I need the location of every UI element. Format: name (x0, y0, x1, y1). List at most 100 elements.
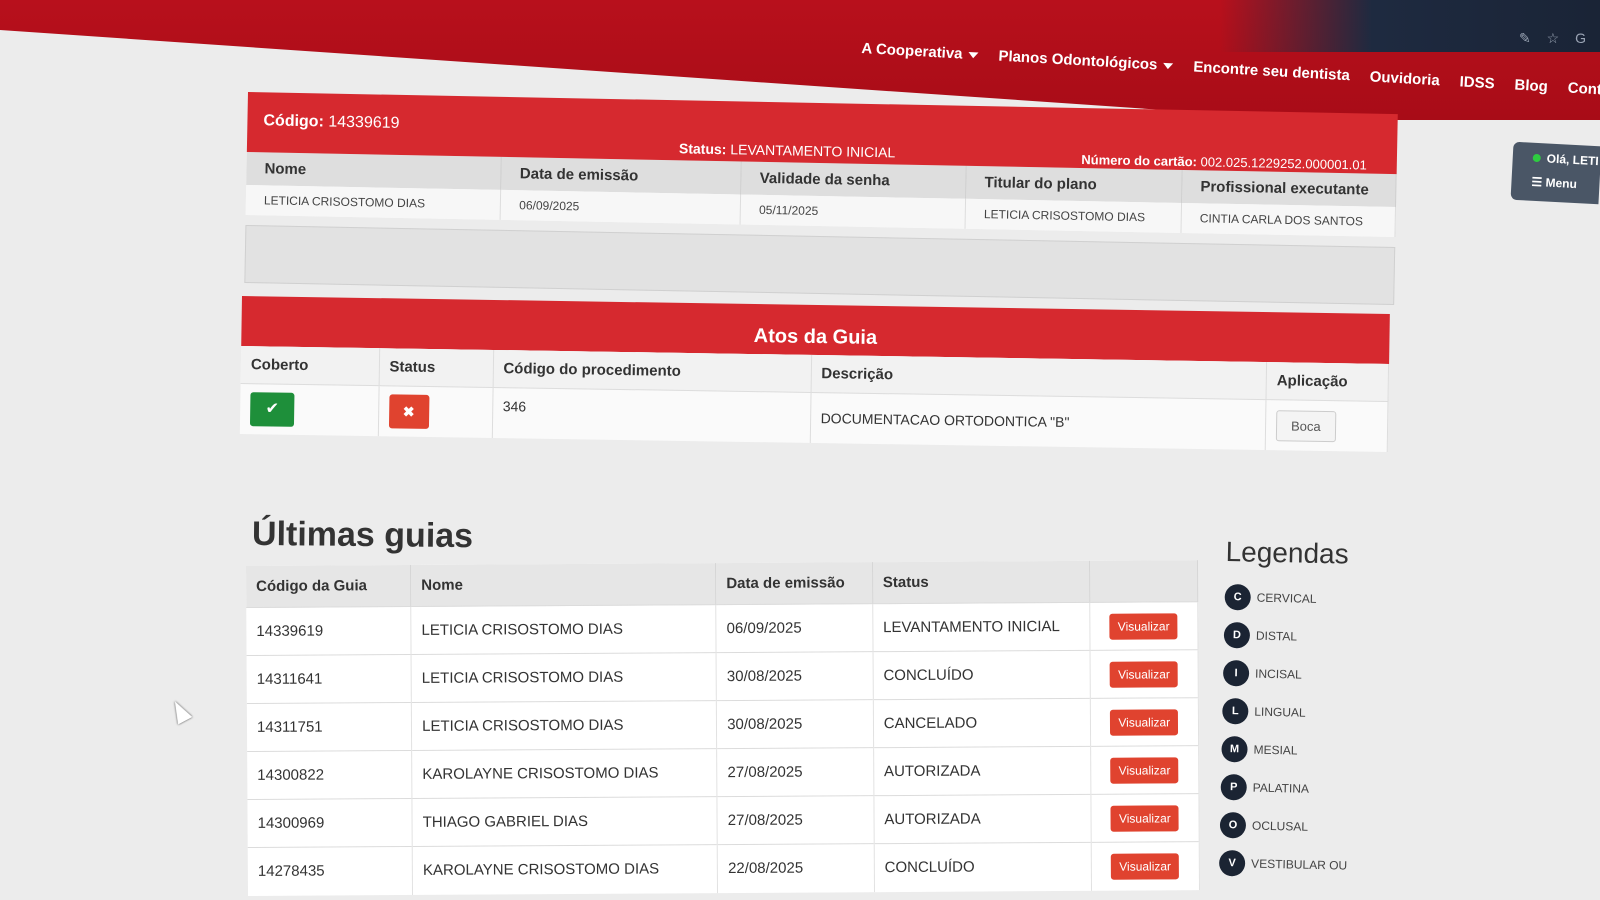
guia-codigo: 14311751 (246, 702, 412, 752)
codigo-value: 14339619 (328, 113, 400, 132)
chevron-down-icon (1163, 62, 1174, 70)
nav-item-label: Cont (1567, 79, 1600, 99)
atos-header: Status (378, 348, 494, 388)
ultimas-guias-table: Código da Guia Nome Data de emissão Status … (246, 560, 1200, 896)
guia-data: 30/08/2025 (716, 651, 874, 701)
visualizar-button[interactable]: Visualizar (1109, 660, 1178, 688)
info-value: CINTIA CARLA DOS SANTOS (1181, 202, 1396, 238)
extension-icon[interactable]: ✎ (1519, 30, 1531, 46)
guia-data: 27/08/2025 (717, 795, 874, 845)
atos-section: Atos da Guia Coberto Status Código do proc… (239, 296, 1390, 453)
visualizar-button[interactable]: Visualizar (1110, 756, 1179, 784)
bookmark-star-icon[interactable]: ☆ (1547, 30, 1560, 46)
guia-nome: LETICIA CRISOSTOMO DIAS (410, 604, 717, 655)
legend-label: CERVICAL (1256, 590, 1317, 606)
info-header: Nome (246, 151, 502, 190)
info-panel-blank (244, 224, 1396, 306)
legend-item: L LINGUAL (1222, 692, 1351, 733)
legend-label: MESIAL (1253, 742, 1298, 758)
guia-status: LEVANTAMENTO INICIAL (872, 602, 1090, 652)
guia-status: CONCLUÍDO (873, 842, 1092, 892)
menu-label[interactable]: Menu (1545, 175, 1577, 191)
guia-codigo: 14300969 (247, 798, 413, 848)
guia-codigo: 14278435 (247, 846, 413, 896)
nav-item[interactable]: IDSS (1459, 73, 1495, 92)
info-value: 05/11/2025 (740, 194, 966, 229)
legendas-panel: Legendas C CERVICAL D DISTAL I INCISAL L LINGUA… (1218, 536, 1354, 885)
legendas-title: Legendas (1225, 536, 1349, 570)
online-status-icon (1532, 153, 1541, 163)
status-value: LEVANTAMENTO INICIAL (730, 141, 896, 161)
table-row: 14278435 KAROLAYNE CRISOSTOMO DIAS 22/08/2… (247, 841, 1200, 896)
guia-actions: Visualizar (1089, 697, 1199, 747)
guia-data: 06/09/2025 (715, 603, 873, 653)
info-value: LETICIA CRISOSTOMO DIAS (965, 198, 1182, 233)
legend-letter-icon: M (1221, 735, 1248, 763)
table-row: 14300822 KAROLAYNE CRISOSTOMO DIAS 27/08/2… (247, 745, 1199, 800)
nav-item[interactable]: Blog (1514, 77, 1548, 96)
guia-nome: THIAGO GABRIEL DIAS (412, 796, 718, 847)
x-icon[interactable]: ✖ (388, 394, 429, 429)
visualizar-button[interactable]: Visualizar (1110, 708, 1179, 736)
guia-nome: LETICIA CRISOSTOMO DIAS (411, 700, 717, 751)
guia-actions: Visualizar (1090, 841, 1200, 891)
user-panel[interactable]: Olá, LETI ☰ Menu (1510, 141, 1600, 205)
guia-codigo: 14339619 (246, 606, 412, 656)
legend-item: O OCLUSAL (1219, 806, 1349, 847)
legend-label: LINGUAL (1254, 704, 1306, 720)
table-row: 14311641 LETICIA CRISOSTOMO DIAS 30/08/202… (246, 649, 1199, 704)
guia-codigo: 14311641 (246, 654, 412, 704)
legend-item: D DISTAL (1223, 616, 1353, 657)
codigo-label: Código: (263, 112, 325, 131)
guias-header: Data de emissão (715, 562, 873, 605)
guia-codigo: 14300822 (247, 750, 413, 800)
profile-icon[interactable]: G (1575, 30, 1586, 46)
atos-header: Aplicação (1265, 362, 1389, 402)
guia-status: CANCELADO (873, 698, 1091, 748)
table-row: 14311751 LETICIA CRISOSTOMO DIAS 30/08/202… (246, 697, 1199, 752)
user-greeting: Olá, LETI (1546, 151, 1600, 169)
guias-header: Status (872, 560, 1090, 604)
guia-nome: KAROLAYNE CRISOSTOMO DIAS (412, 844, 718, 895)
guia-status: AUTORIZADA (873, 746, 1091, 796)
guias-header (1089, 560, 1198, 603)
nav-item-label: Blog (1514, 76, 1549, 96)
atos-header: Código do procedimento (492, 349, 812, 393)
guia-actions: Visualizar (1090, 793, 1200, 843)
browser-toolbar: ✎ ☆ G (1220, 0, 1600, 52)
info-header: Profissional executante (1181, 169, 1397, 208)
nav-item[interactable]: Cont (1567, 79, 1600, 98)
guia-nome: KAROLAYNE CRISOSTOMO DIAS (411, 748, 718, 799)
guia-actions: Visualizar (1089, 601, 1199, 651)
guia-status: CONCLUÍDO (872, 650, 1090, 700)
legend-label: INCISAL (1254, 666, 1302, 682)
legend-letter-icon: P (1220, 773, 1248, 801)
check-icon[interactable]: ✔ (249, 392, 295, 427)
guia-data: 22/08/2025 (717, 843, 875, 893)
legend-label: VESTIBULAR OU (1250, 856, 1348, 873)
visualizar-button[interactable]: Visualizar (1109, 612, 1178, 640)
cartao-label: Número do cartão: (1081, 152, 1198, 170)
nav-item-label: IDSS (1459, 73, 1496, 93)
visualizar-button[interactable]: Visualizar (1111, 853, 1180, 880)
legend-label: DISTAL (1255, 628, 1298, 644)
aplicacao-button[interactable]: Boca (1275, 409, 1336, 442)
legend-letter-icon: D (1223, 621, 1251, 649)
legend-letter-icon: C (1224, 583, 1251, 611)
legend-label: OCLUSAL (1251, 818, 1309, 834)
legend-item: I INCISAL (1222, 654, 1352, 695)
guia-status: AUTORIZADA (873, 794, 1091, 844)
legend-label: PALATINA (1252, 780, 1310, 796)
menu-icon: ☰ (1531, 174, 1546, 190)
guia-data: 30/08/2025 (716, 699, 874, 749)
legend-item: C CERVICAL (1224, 578, 1353, 619)
table-row: 14300969 THIAGO GABRIEL DIAS 27/08/2025 AUT… (247, 793, 1200, 848)
info-header: Data de emissão (501, 156, 742, 195)
mouse-cursor-icon (167, 697, 193, 725)
guia-nome: LETICIA CRISOSTOMO DIAS (411, 652, 717, 703)
guia-actions: Visualizar (1090, 745, 1199, 795)
visualizar-button[interactable]: Visualizar (1110, 804, 1179, 832)
atos-header: Coberto (240, 345, 380, 386)
guias-header: Código da Guia (246, 564, 411, 608)
cartao-value: 002.025.1229252.000001.01 (1200, 154, 1367, 173)
